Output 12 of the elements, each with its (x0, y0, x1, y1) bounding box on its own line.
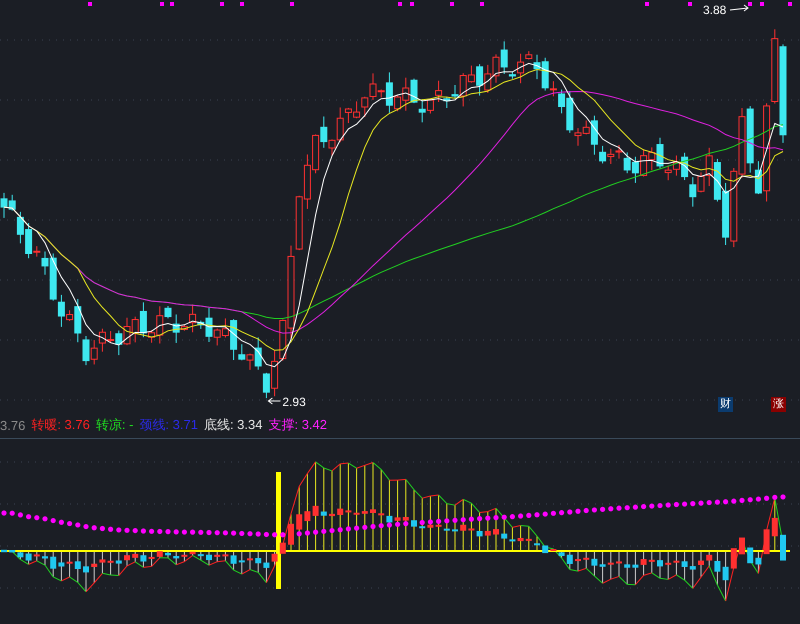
high-price-label: 3.88 (703, 3, 726, 17)
leader-line (730, 4, 749, 12)
indicator-value: 3.76 (0, 418, 26, 432)
leader-line (268, 398, 281, 404)
indicator-value: 转暖: 3.76 (31, 416, 90, 434)
indicator-value: 支撑: 3.42 (268, 416, 327, 434)
low-price-label: 2.93 (282, 395, 306, 409)
info-badge[interactable]: 财 (718, 397, 733, 412)
indicator-value: 颈线: 3.71 (139, 416, 198, 434)
indicator-value: 转凉: - (96, 416, 134, 434)
info-badge[interactable]: 涨 (771, 397, 786, 412)
indicator-value: 底线: 3.34 (204, 416, 262, 434)
